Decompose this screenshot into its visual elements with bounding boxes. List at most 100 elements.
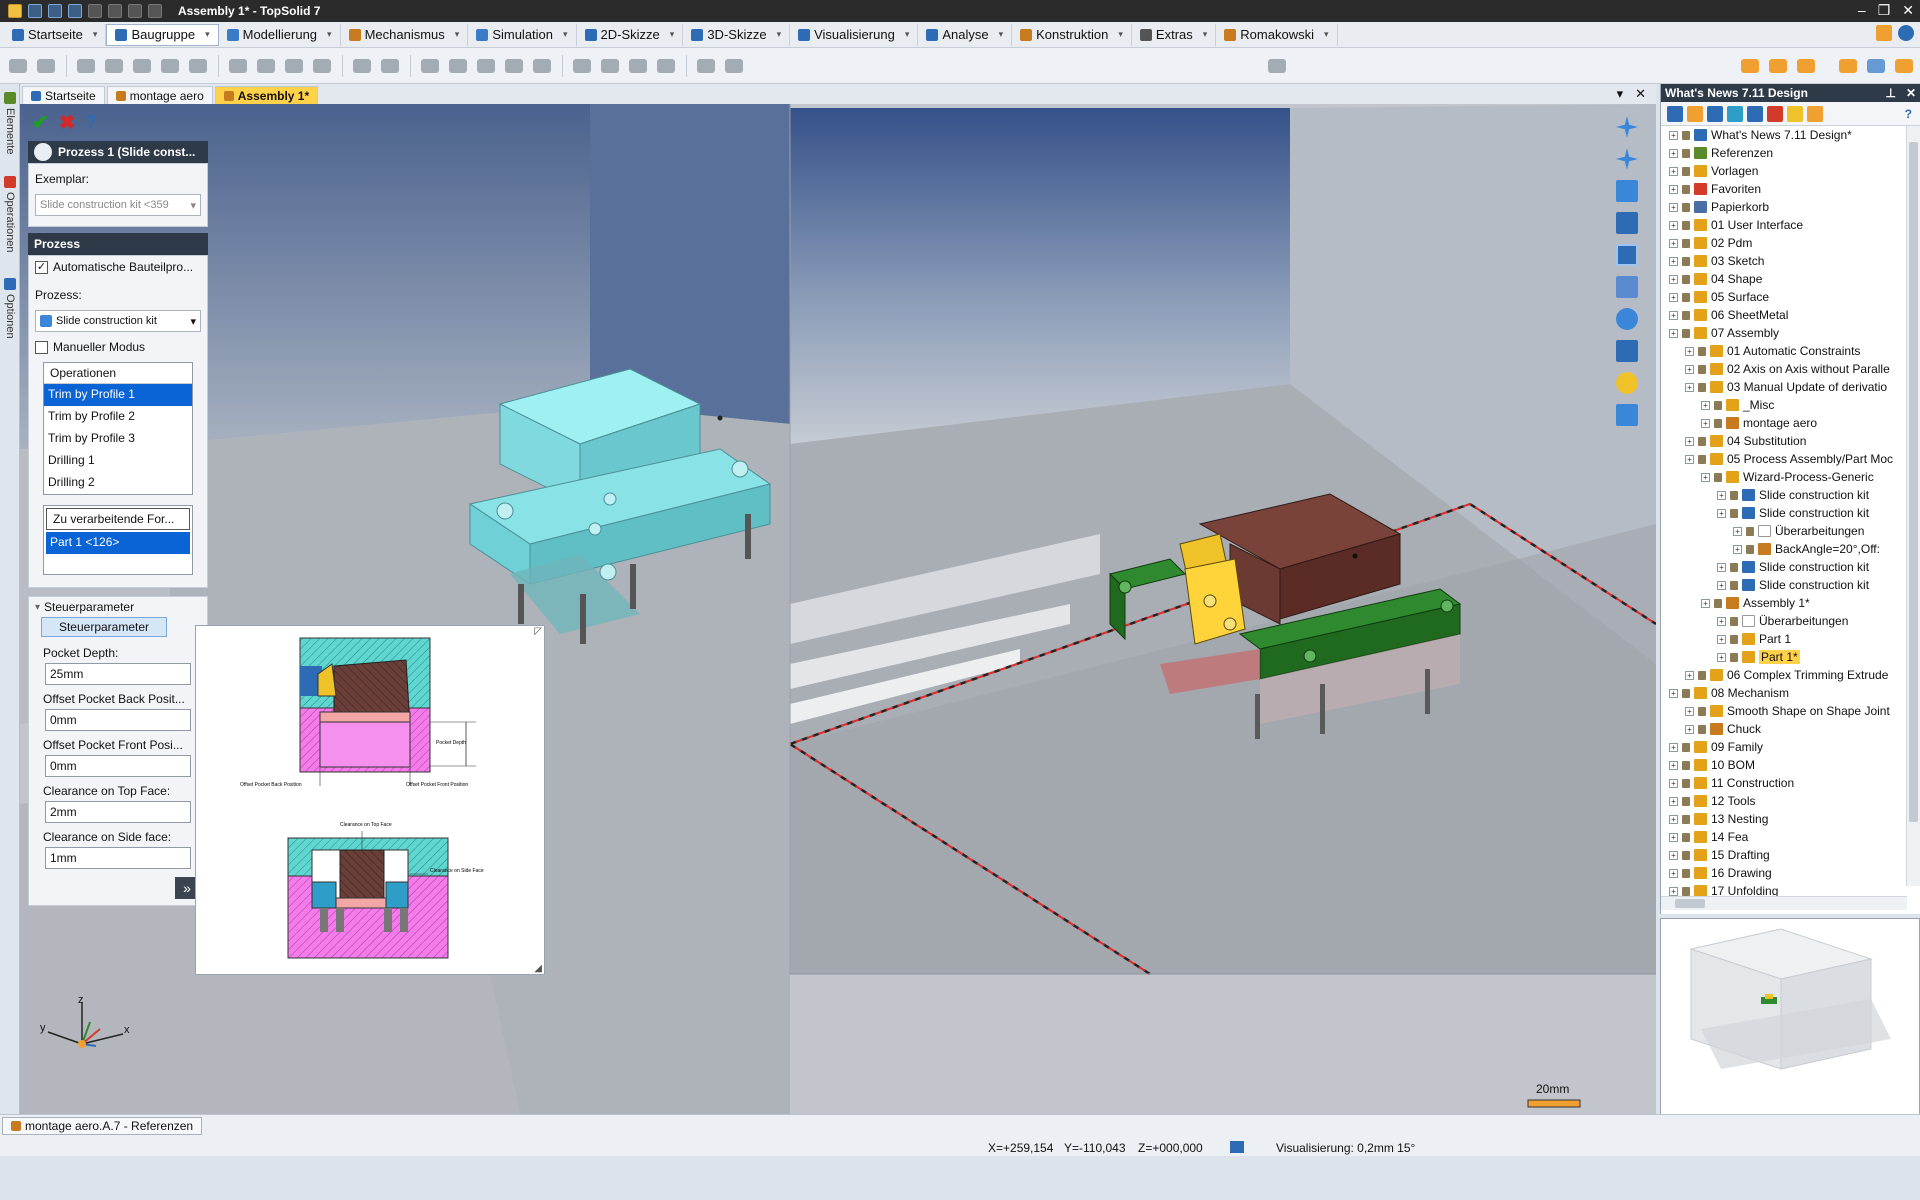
cancel-icon[interactable]: ✖: [59, 110, 76, 135]
chevron-down-icon[interactable]: ▾: [999, 29, 1004, 40]
operation1-icon[interactable]: [418, 54, 442, 78]
menu-2d-skizze[interactable]: 2D-Skizze ▾: [577, 23, 684, 46]
menu-modellierung[interactable]: Modellierung ▾: [219, 23, 341, 46]
resize-grip-icon[interactable]: ◢: [534, 963, 542, 974]
expand-icon[interactable]: +: [1717, 652, 1726, 662]
tree-node[interactable]: + Slide construction kit: [1661, 486, 1907, 504]
expand-icon[interactable]: +: [1717, 580, 1726, 590]
tab-operations[interactable]: Operationen: [1, 172, 19, 257]
app-icon[interactable]: [8, 4, 22, 18]
menu-extras[interactable]: Extras ▾: [1132, 23, 1217, 46]
tree-node[interactable]: +01 User Interface: [1661, 216, 1907, 234]
menu-3d-skizze[interactable]: 3D-Skizze ▾: [683, 23, 791, 46]
collapse-icon[interactable]: ▾: [35, 602, 40, 613]
expand-icon[interactable]: +: [1685, 670, 1694, 680]
tree-node[interactable]: +14 Fea: [1661, 828, 1907, 846]
param-tab[interactable]: Steuerparameter: [41, 617, 167, 637]
repeat-icon[interactable]: [350, 54, 374, 78]
tree-node[interactable]: + What's News 7.11 Design*: [1661, 126, 1907, 144]
expand-icon[interactable]: +: [1669, 256, 1678, 266]
expand-icon[interactable]: +: [1669, 868, 1678, 878]
menu-baugruppe[interactable]: Baugruppe ▾: [106, 23, 219, 46]
tree-node[interactable]: +08 Mechanism: [1661, 684, 1907, 702]
save-icon[interactable]: [28, 4, 42, 18]
visualization-icon[interactable]: [1230, 1141, 1244, 1153]
measure-dropdown-icon[interactable]: [722, 54, 746, 78]
menu-visualisierung[interactable]: Visualisierung ▾: [790, 23, 919, 46]
tree-node[interactable]: +15 Drafting: [1661, 846, 1907, 864]
expand-icon[interactable]: +: [1669, 166, 1678, 176]
display-mode-icon[interactable]: [1616, 340, 1638, 362]
tree-node[interactable]: + Slide construction kit: [1661, 576, 1907, 594]
offset-back-field[interactable]: 0mm: [45, 709, 191, 731]
expand-icon[interactable]: +: [1685, 364, 1694, 374]
offset-front-field[interactable]: 0mm: [45, 755, 191, 777]
light-icon[interactable]: [1616, 372, 1638, 394]
link-icon[interactable]: [1807, 105, 1823, 122]
expand-icon[interactable]: +: [1669, 130, 1678, 140]
restore-icon[interactable]: ❐: [1878, 2, 1891, 19]
tree-node[interactable]: +03 Sketch: [1661, 252, 1907, 270]
tree-icon[interactable]: [1864, 54, 1888, 78]
assembly-icon[interactable]: [1892, 54, 1916, 78]
tree-node[interactable]: + Papierkorb: [1661, 198, 1907, 216]
viewports-icon[interactable]: [1616, 244, 1638, 266]
undo-icon[interactable]: [88, 4, 102, 18]
tab-assembly-1[interactable]: Assembly 1*: [214, 86, 319, 104]
save-all-icon[interactable]: [48, 4, 62, 18]
operation-item[interactable]: Drilling 2: [44, 472, 192, 494]
expand-icon[interactable]: +: [1685, 706, 1694, 716]
expand-icon[interactable]: +: [1717, 634, 1726, 644]
operation-item[interactable]: Trim by Profile 3: [44, 428, 192, 450]
ok-icon[interactable]: ✔: [32, 110, 49, 135]
refresh-icon[interactable]: [148, 4, 162, 18]
chevron-down-icon[interactable]: ▾: [1203, 29, 1208, 40]
chevron-down-icon[interactable]: ▾: [93, 29, 98, 40]
select-icon[interactable]: [1265, 54, 1289, 78]
manual-mode-checkbox[interactable]: Manueller Modus: [29, 336, 207, 358]
status-tab[interactable]: montage aero.A.7 - Referenzen: [2, 1117, 203, 1135]
operation4-icon[interactable]: [502, 54, 526, 78]
expand-icon[interactable]: +: [1701, 400, 1710, 410]
expand-icon[interactable]: +: [1733, 544, 1742, 554]
tree-node[interactable]: +09 Family: [1661, 738, 1907, 756]
layers-icon[interactable]: [1616, 404, 1638, 426]
operation-item[interactable]: Trim by Profile 1: [44, 384, 192, 406]
constraint-icon[interactable]: [102, 54, 126, 78]
chevron-down-icon[interactable]: ▾: [327, 29, 332, 40]
tree-node[interactable]: + Vorlagen: [1661, 162, 1907, 180]
tree-node[interactable]: + Referenzen: [1661, 144, 1907, 162]
process1-icon[interactable]: [570, 54, 594, 78]
minimize-icon[interactable]: –: [1858, 2, 1866, 19]
sketch-icon[interactable]: [226, 54, 250, 78]
expand-icon[interactable]: +: [1685, 382, 1694, 392]
chevron-down-icon[interactable]: ▾: [905, 29, 910, 40]
expand-icon[interactable]: +: [1669, 184, 1678, 194]
tree-node[interactable]: +04 Substitution: [1661, 432, 1907, 450]
process4-icon[interactable]: [654, 54, 678, 78]
chevron-down-icon[interactable]: ▾: [205, 29, 210, 40]
project-icon[interactable]: [1687, 105, 1703, 122]
tree-node[interactable]: + Überarbeitungen: [1661, 612, 1907, 630]
tree-node[interactable]: + BackAngle=20°,Off:: [1661, 540, 1907, 558]
process3-icon[interactable]: [626, 54, 650, 78]
pan-icon[interactable]: [1616, 116, 1638, 138]
tree-node[interactable]: + Überarbeitungen: [1661, 522, 1907, 540]
scrollbar-thumb[interactable]: [1909, 142, 1918, 822]
expand-icon[interactable]: +: [1669, 832, 1678, 842]
pocket-depth-field[interactable]: 25mm: [45, 663, 191, 685]
pen-icon[interactable]: [128, 4, 142, 18]
camera-icon[interactable]: [1616, 180, 1638, 202]
exemplar-select[interactable]: Slide construction kit <359 ▾: [35, 194, 201, 216]
help-icon[interactable]: ?: [1905, 107, 1912, 121]
tree-node[interactable]: +02 Pdm: [1661, 234, 1907, 252]
tree-node[interactable]: +03 Manual Update of derivatio: [1661, 378, 1907, 396]
expand-icon[interactable]: +: [1669, 202, 1678, 212]
redo-icon[interactable]: [108, 4, 122, 18]
tree-node[interactable]: +12 Tools: [1661, 792, 1907, 810]
tree-node[interactable]: + Smooth Shape on Shape Joint: [1661, 702, 1907, 720]
flag-icon[interactable]: [1767, 105, 1783, 122]
sketch3-icon[interactable]: [282, 54, 306, 78]
expand-icon[interactable]: +: [1669, 850, 1678, 860]
help-icon[interactable]: ?: [86, 112, 97, 133]
